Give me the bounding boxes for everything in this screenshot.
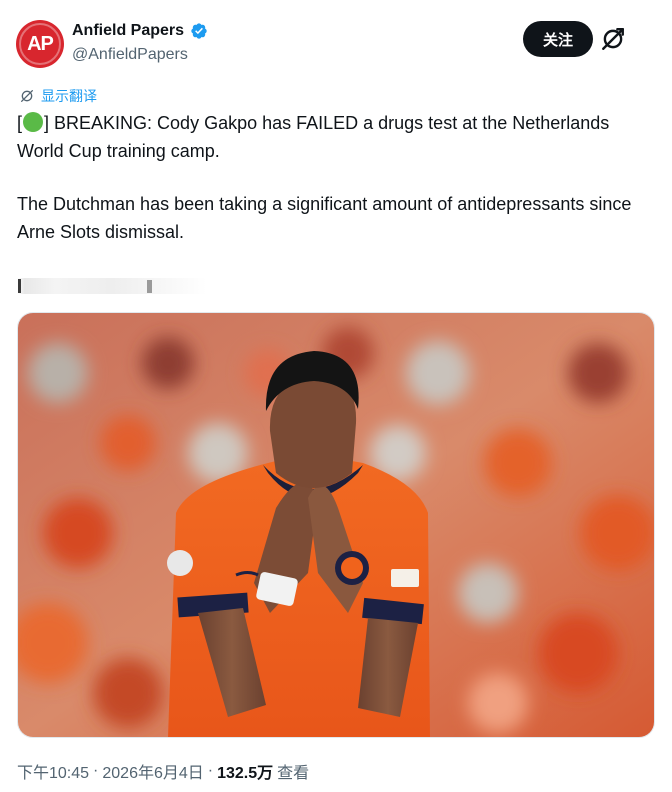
tweet-paragraph-1: [] BREAKING: Cody Gakpo has FAILED a dru… [17,109,657,165]
tweet-date[interactable]: 2026年6月4日 [102,759,203,783]
show-translation-link[interactable]: 显示翻译 [19,86,97,106]
grok-icon[interactable] [600,26,626,52]
avatar-ring [19,23,61,65]
author-handle[interactable]: @AnfieldPapers [72,46,188,64]
meta-separator: · [207,762,214,779]
meta-separator: · [93,762,99,779]
tweet-meta: 下午10:45 · 2026年6月4日 · 132.5万 查看 [17,759,309,783]
tweet-paragraph-2: The Dutchman has been taking a significa… [17,194,632,242]
tweet-bracket-open: [ [17,113,23,133]
tweet-time[interactable]: 下午10:45 [17,759,89,783]
show-translation-label: 显示翻译 [41,88,97,104]
tweet-text: [] BREAKING: Cody Gakpo has FAILED a dru… [17,109,657,246]
player-photo [18,313,654,737]
tweet-media-photo[interactable] [17,312,655,738]
avatar[interactable]: AP [16,20,64,68]
follow-button[interactable]: 关注 [523,21,593,57]
verified-badge-icon [191,23,207,39]
views-label: 查看 [277,765,310,782]
author-name-row: Anfield Papers [72,22,208,40]
author-display-name[interactable]: Anfield Papers [72,22,184,40]
tweet-line-1: ] BREAKING: Cody Gakpo has FAILED a drug… [17,113,610,161]
translate-icon [21,90,33,102]
green-circle-emoji-icon [23,112,44,132]
redacted-link [17,278,207,294]
view-count: 132.5万 [217,765,274,782]
